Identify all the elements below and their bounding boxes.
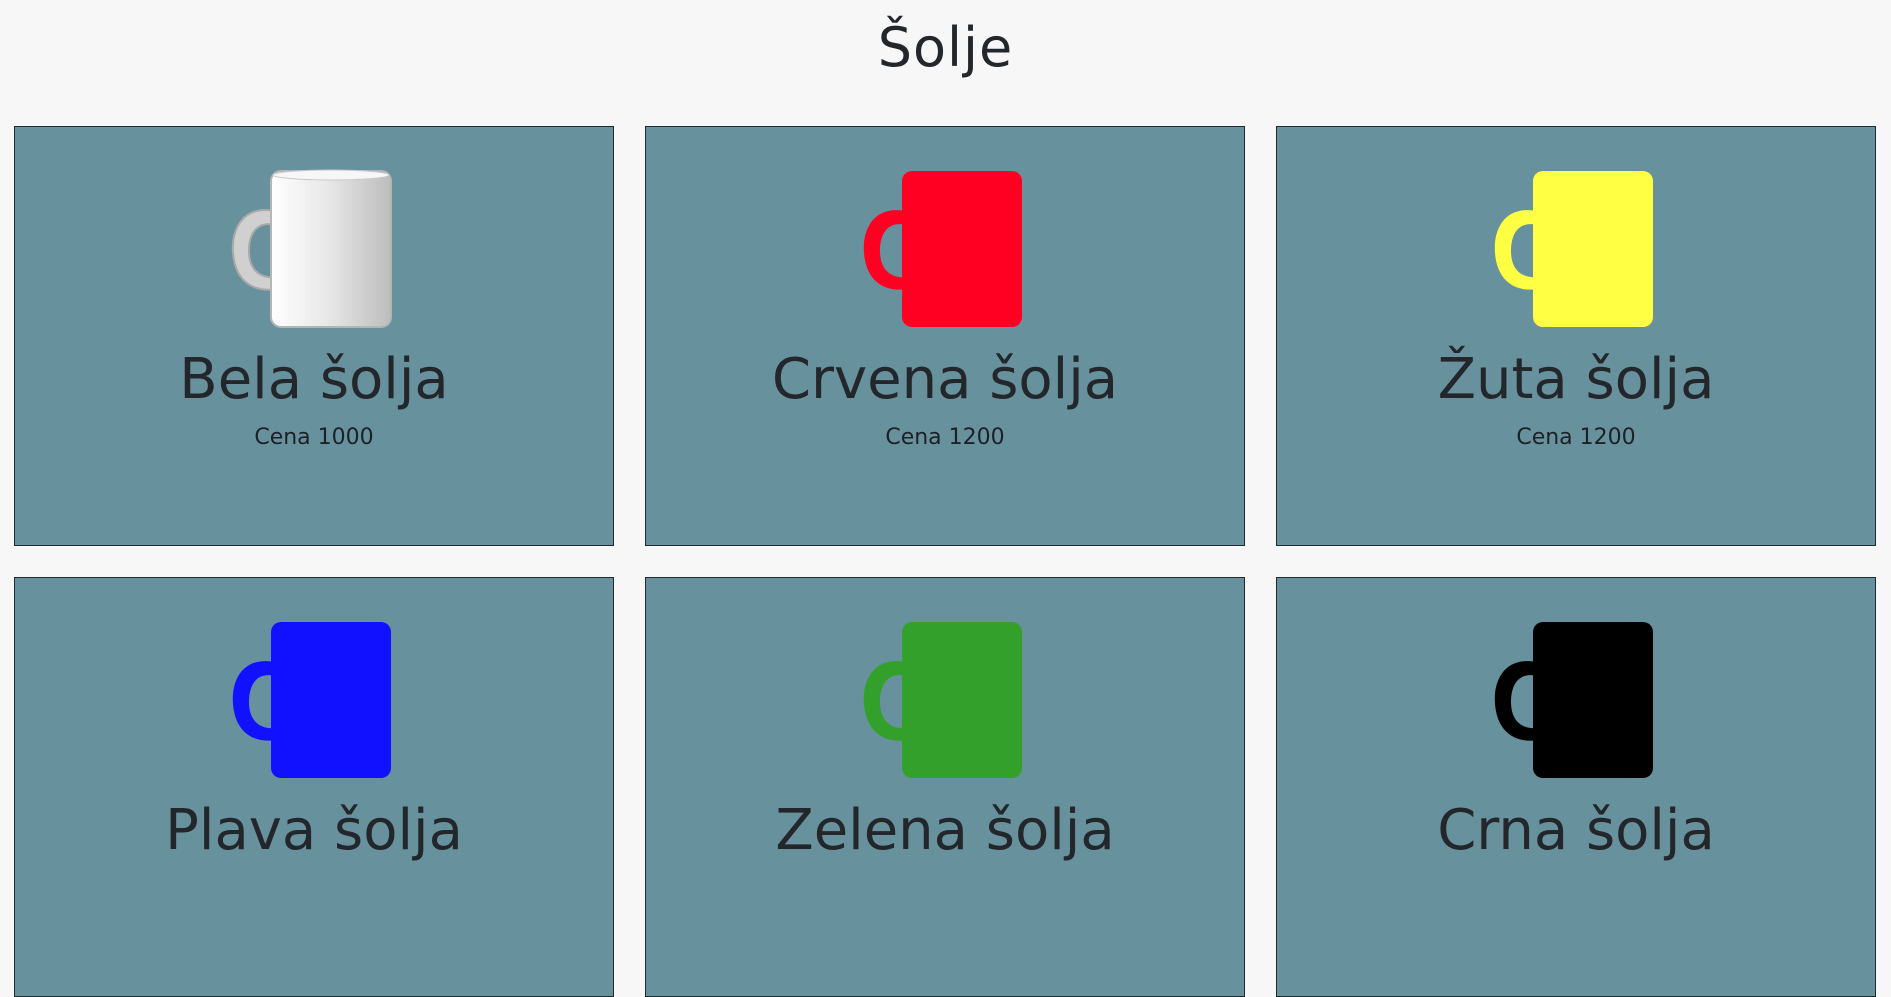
product-card-yellow[interactable]: Žuta šolja Cena 1200 (1276, 126, 1876, 546)
product-price: Cena 1200 (885, 425, 1005, 450)
product-grid: Bela šolja Cena 1000 Crvena šolja Cena 1… (14, 126, 1876, 997)
yellow-mug-icon (1491, 169, 1661, 329)
product-title: Žuta šolja (1437, 347, 1715, 412)
blue-mug-icon (229, 620, 399, 780)
product-title: Crvena šolja (771, 347, 1119, 412)
product-card-blue[interactable]: Plava šolja (14, 577, 614, 997)
product-title: Crna šolja (1437, 798, 1715, 863)
product-card-white[interactable]: Bela šolja Cena 1000 (14, 126, 614, 546)
product-title: Zelena šolja (775, 798, 1115, 863)
product-card-black[interactable]: Crna šolja (1276, 577, 1876, 997)
green-mug-icon (860, 620, 1030, 780)
page-title: Šolje (877, 16, 1014, 79)
black-mug-icon (1491, 620, 1661, 780)
product-card-red[interactable]: Crvena šolja Cena 1200 (645, 126, 1245, 546)
red-mug-icon (860, 169, 1030, 329)
product-title: Plava šolja (165, 798, 463, 863)
product-price: Cena 1200 (1516, 425, 1636, 450)
product-title: Bela šolja (179, 347, 449, 412)
product-card-green[interactable]: Zelena šolja (645, 577, 1245, 997)
white-mug-icon (229, 169, 399, 329)
product-price: Cena 1000 (254, 425, 374, 450)
